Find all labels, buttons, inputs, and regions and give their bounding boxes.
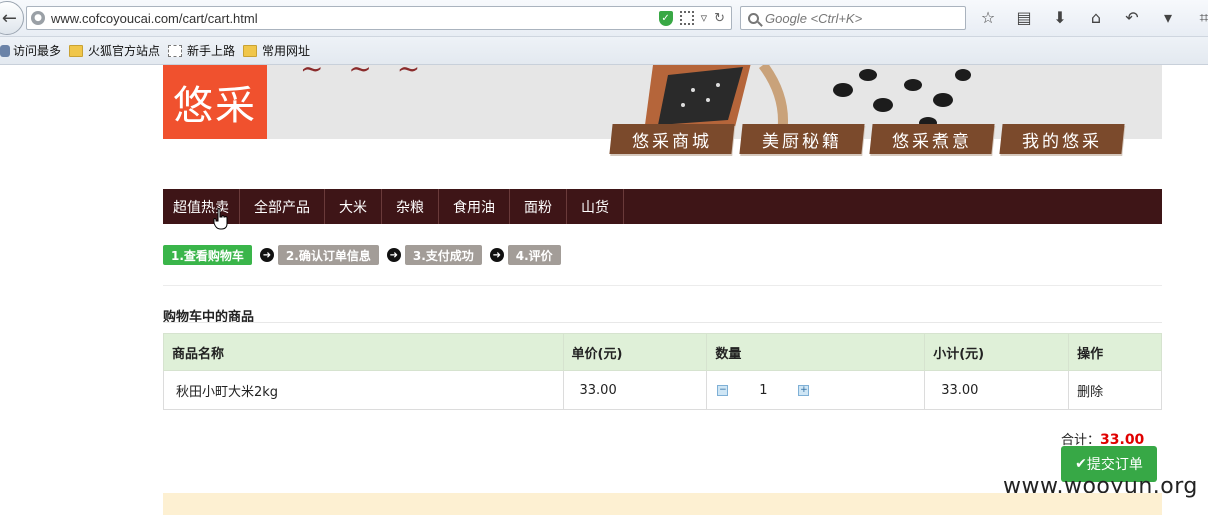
- header-unit-price: 单价(元): [562, 333, 708, 371]
- search-placeholder[interactable]: Google <Ctrl+K>: [765, 11, 862, 26]
- url-bar[interactable]: ● www.cofcoyoucai.com/cart/cart.html ✓ ▿…: [26, 6, 732, 30]
- bookmark-getting-started[interactable]: 新手上路: [168, 42, 235, 59]
- cart-table: 商品名称 单价(元) 数量 小计(元) 操作 秋田小町大米2kg 33.00 −…: [163, 333, 1162, 410]
- reload-icon[interactable]: ↻: [714, 11, 725, 26]
- header-subtotal: 小计(元): [924, 333, 1070, 371]
- delete-link[interactable]: 删除: [1068, 370, 1162, 410]
- header-quantity: 数量: [706, 333, 926, 371]
- folder-icon: [243, 44, 258, 57]
- checkout-steps: 1.查看购物车 ➜ 2.确认订单信息 ➜ 3.支付成功 ➜ 4.评价: [163, 245, 561, 265]
- tab-mall[interactable]: 悠采商城: [609, 124, 735, 154]
- url-text[interactable]: www.cofcoyoucai.com/cart/cart.html: [51, 11, 659, 26]
- nav-oil[interactable]: 食用油: [439, 189, 510, 224]
- browser-toolbar: ← ● www.cofcoyoucai.com/cart/cart.html ✓…: [0, 0, 1208, 37]
- quantity-value[interactable]: 1: [728, 383, 798, 398]
- table-row: 秋田小町大米2kg 33.00 − 1 + 33.00 删除: [163, 370, 1162, 410]
- undo-icon[interactable]: ↶: [1120, 8, 1144, 28]
- quantity-stepper: − 1 +: [717, 383, 924, 398]
- category-nav: 超值热卖 全部产品 大米 杂粮 食用油 面粉 山货: [163, 189, 1162, 224]
- table-header-row: 商品名称 单价(元) 数量 小计(元) 操作: [163, 333, 1162, 371]
- nav-flour[interactable]: 面粉: [510, 189, 567, 224]
- folder-icon: [69, 44, 84, 57]
- nav-rice[interactable]: 大米: [325, 189, 382, 224]
- subtotal: 33.00: [924, 370, 1070, 410]
- divider: [163, 285, 1162, 286]
- product-name[interactable]: 秋田小町大米2kg: [163, 370, 564, 410]
- site-logo[interactable]: 悠采: [163, 65, 267, 139]
- search-icon: [748, 12, 759, 24]
- check-icon: ✔: [1075, 456, 1087, 472]
- nav-mountain-goods[interactable]: 山货: [567, 189, 624, 224]
- arrow-right-icon: ➜: [386, 248, 401, 262]
- shield-icon[interactable]: ✓: [658, 10, 673, 26]
- page-icon: [168, 44, 183, 57]
- menu-dropdown-icon[interactable]: ▾: [1156, 8, 1180, 28]
- arrow-right-icon: ➜: [489, 248, 504, 262]
- decrease-quantity-button[interactable]: −: [717, 384, 729, 396]
- back-arrow-icon: ←: [1, 7, 17, 29]
- gear-icon: [0, 44, 10, 57]
- nav-grains[interactable]: 杂粮: [382, 189, 439, 224]
- download-icon[interactable]: ⬇: [1048, 8, 1072, 28]
- qr-code-icon[interactable]: [679, 11, 694, 25]
- arrow-right-icon: ➜: [259, 248, 274, 262]
- tab-my-account[interactable]: 我的悠采: [999, 124, 1125, 154]
- bookmarks-bar: 访问最多 火狐官方站点 新手上路 常用网址: [0, 37, 1208, 65]
- footer-band: [163, 493, 1162, 515]
- step-view-cart: 1.查看购物车: [163, 245, 252, 265]
- tab-recipes[interactable]: 美厨秘籍: [739, 124, 865, 154]
- bookmark-most-visited[interactable]: 访问最多: [0, 42, 61, 59]
- header-actions: 操作: [1068, 333, 1162, 371]
- dropdown-icon[interactable]: ▿: [701, 11, 708, 26]
- tab-cooking[interactable]: 悠采煮意: [869, 124, 995, 154]
- globe-icon: ●: [31, 11, 45, 25]
- bookmark-firefox-site[interactable]: 火狐官方站点: [69, 42, 160, 59]
- back-button[interactable]: ←: [0, 1, 24, 35]
- search-bar[interactable]: Google <Ctrl+K>: [740, 6, 966, 30]
- header-product-name: 商品名称: [163, 333, 564, 371]
- unit-price: 33.00: [562, 370, 708, 410]
- divider: [163, 322, 1162, 323]
- banner-script-decoration: ~ ~ ~: [300, 52, 429, 85]
- nav-all-products[interactable]: 全部产品: [240, 189, 325, 224]
- step-confirm-order: 2.确认订单信息: [277, 245, 379, 265]
- home-icon[interactable]: ⌂: [1084, 8, 1108, 28]
- step-payment-success: 3.支付成功: [404, 245, 482, 265]
- bookmark-star-icon[interactable]: ☆: [976, 8, 1000, 28]
- step-review: 4.评价: [507, 245, 561, 265]
- increase-quantity-button[interactable]: +: [798, 384, 810, 396]
- hand-cursor-icon: [213, 208, 228, 230]
- reading-list-icon[interactable]: ▤: [1012, 8, 1036, 28]
- crop-icon[interactable]: ⌗: [1192, 8, 1208, 28]
